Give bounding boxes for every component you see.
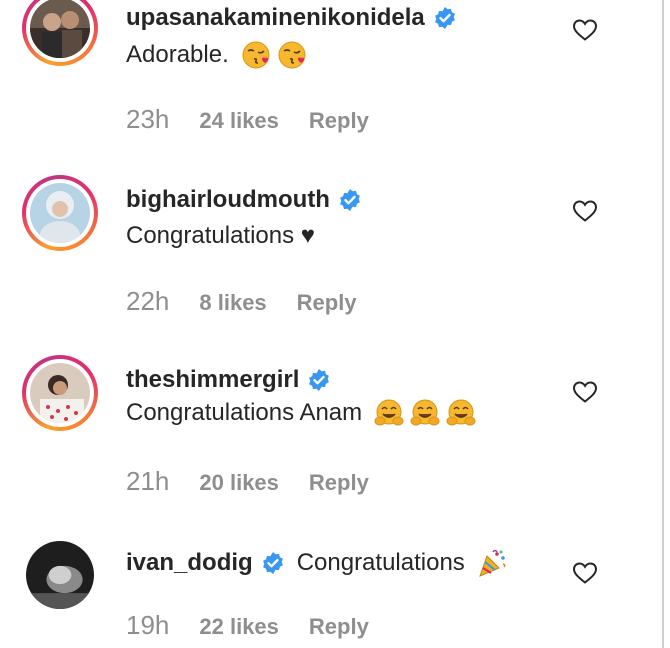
comment-text: Congratulations ♥ xyxy=(126,222,316,249)
avatar[interactable] xyxy=(22,0,98,66)
verified-badge-icon xyxy=(434,7,455,29)
username-link[interactable]: upasanakaminenikonidela xyxy=(126,4,425,32)
username-link[interactable]: bighairloudmouth xyxy=(126,186,330,214)
avatar-photo xyxy=(30,0,90,58)
comment-timestamp[interactable]: 22h xyxy=(126,286,169,317)
comment-author-line: ivan_dodig Congratulations xyxy=(126,548,507,578)
avatar[interactable] xyxy=(22,537,98,613)
verified-badge-icon xyxy=(309,369,330,391)
comment-meta: 21h 20 likes Reply xyxy=(126,466,369,497)
comment-text: Congratulations Anam xyxy=(126,398,476,428)
scrollbar-edge xyxy=(662,0,664,648)
comment-text: Congratulations xyxy=(296,549,465,576)
comment-author-line: upasanakaminenikonidela xyxy=(126,4,457,32)
comment-item: upasanakaminenikonidela Adorable. 23h 24… xyxy=(0,0,660,160)
comment-meta: 23h 24 likes Reply xyxy=(126,104,369,135)
like-heart-icon[interactable] xyxy=(572,199,598,223)
comment-text: Adorable. xyxy=(126,40,307,70)
username-link[interactable]: ivan_dodig xyxy=(126,549,253,577)
comment-item: ivan_dodig Congratulations 19h 22 likes … xyxy=(0,530,660,648)
likes-count[interactable]: 24 likes xyxy=(199,108,279,134)
username-link[interactable]: theshimmergirl xyxy=(126,366,299,394)
comment-item: theshimmergirl Congratulations Anam 21h … xyxy=(0,350,660,520)
reply-button[interactable]: Reply xyxy=(309,614,369,640)
comment-item: bighairloudmouth Congratulations ♥ 22h 8… xyxy=(0,170,660,340)
kissing-face-emoji-icon xyxy=(278,41,306,69)
avatar[interactable] xyxy=(22,175,98,251)
kissing-face-emoji-icon xyxy=(242,41,270,69)
reply-button[interactable]: Reply xyxy=(309,470,369,496)
comment-timestamp[interactable]: 21h xyxy=(126,466,169,497)
hugging-face-emoji-icon xyxy=(410,399,440,426)
comment-timestamp[interactable]: 23h xyxy=(126,104,169,135)
like-heart-icon[interactable] xyxy=(572,18,598,42)
avatar-photo xyxy=(30,363,90,423)
avatar[interactable] xyxy=(22,355,98,431)
verified-badge-icon xyxy=(262,552,283,574)
comment-meta: 22h 8 likes Reply xyxy=(126,286,357,317)
like-heart-icon[interactable] xyxy=(572,380,598,404)
reply-button[interactable]: Reply xyxy=(297,290,357,316)
comment-author-line: bighairloudmouth xyxy=(126,186,362,214)
likes-count[interactable]: 22 likes xyxy=(199,614,279,640)
comment-timestamp[interactable]: 19h xyxy=(126,610,169,641)
party-popper-emoji-icon xyxy=(478,549,506,577)
avatar-photo xyxy=(30,183,90,243)
comment-meta: 19h 22 likes Reply xyxy=(126,610,369,641)
reply-button[interactable]: Reply xyxy=(309,108,369,134)
like-heart-icon[interactable] xyxy=(572,561,598,585)
hugging-face-emoji-icon xyxy=(374,399,404,426)
avatar-photo xyxy=(26,541,94,609)
comment-author-line: theshimmergirl xyxy=(126,366,331,394)
likes-count[interactable]: 20 likes xyxy=(199,470,279,496)
hugging-face-emoji-icon xyxy=(446,399,476,426)
verified-badge-icon xyxy=(340,189,360,211)
likes-count[interactable]: 8 likes xyxy=(199,290,266,316)
